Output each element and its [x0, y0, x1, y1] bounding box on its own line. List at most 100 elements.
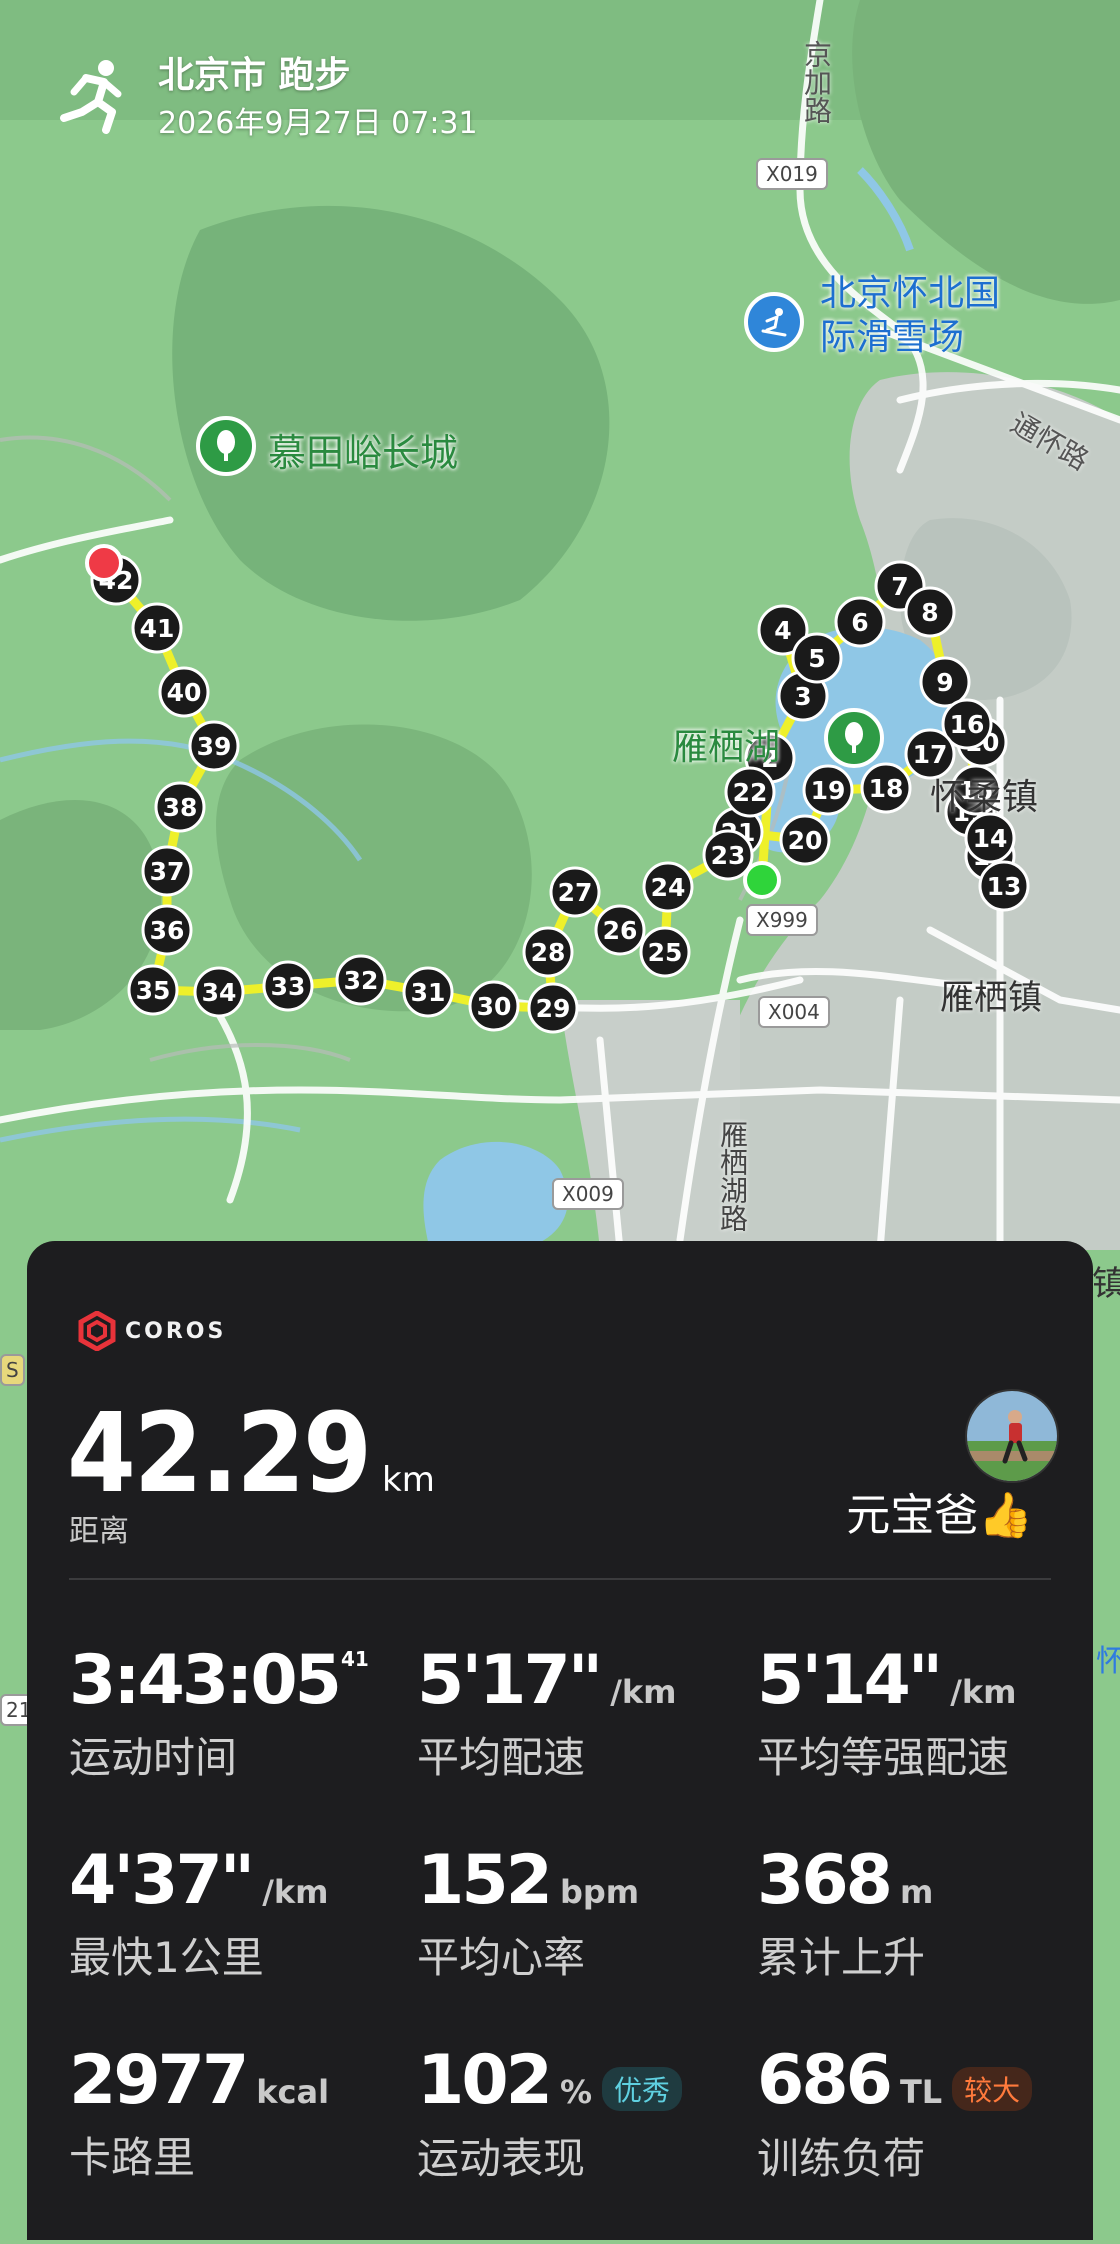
split-marker-33[interactable]: 33: [262, 960, 314, 1012]
road-badge-edge-s: S: [0, 1354, 25, 1386]
split-marker-27[interactable]: 27: [549, 866, 601, 918]
ski-resort-label-line1: 北京怀北国: [820, 273, 1001, 314]
start-point-marker[interactable]: [743, 861, 781, 899]
town-label-huairou: 怀柔镇: [930, 768, 1038, 820]
split-marker-23[interactable]: 23: [702, 829, 754, 881]
user-name[interactable]: 元宝爸👍: [846, 1479, 1033, 1543]
stat-avg-heart-rate: 152 bpm 平均心率: [417, 1841, 747, 1985]
split-marker-25[interactable]: 25: [639, 926, 691, 978]
split-marker-38[interactable]: 38: [154, 781, 206, 833]
split-marker-8[interactable]: 8: [904, 586, 956, 638]
scenic-park-icon[interactable]: [196, 416, 256, 476]
performance-badge: 优秀: [602, 2066, 683, 2111]
split-marker-label: 35: [136, 976, 171, 1005]
split-marker-label: 18: [869, 774, 904, 803]
split-marker-label: 16: [950, 710, 985, 739]
stat-unit: kcal: [256, 2073, 330, 2111]
road-label-jingjia: 京加路: [800, 40, 833, 124]
split-marker-29[interactable]: 29: [527, 982, 579, 1034]
stat-fastest-km: 4'37"/km 最快1公里: [69, 1841, 399, 1985]
stat-value: 686: [757, 2041, 893, 2120]
training-load-badge: 较大: [952, 2066, 1033, 2111]
brand-wordmark: COROS: [125, 1318, 227, 1344]
road-badge-x009: X009: [552, 1178, 624, 1210]
split-marker-label: 41: [140, 614, 175, 643]
split-marker-label: 4: [774, 616, 791, 645]
edge-poi-mark: 怀: [1096, 1644, 1120, 1679]
split-marker-35[interactable]: 35: [127, 964, 179, 1016]
stat-unit: /km: [610, 1673, 677, 1711]
stat-label: 运动时间: [69, 1733, 238, 1782]
stat-training-load: 686 TL 较大 训练负荷: [757, 2041, 1087, 2186]
split-marker-label: 24: [651, 873, 686, 902]
split-marker-label: 36: [150, 916, 185, 945]
split-marker-30[interactable]: 30: [468, 980, 520, 1032]
split-marker-22[interactable]: 22: [724, 766, 776, 818]
stat-performance: 102% 优秀 运动表现: [417, 2041, 747, 2186]
split-marker-40[interactable]: 40: [158, 666, 210, 718]
road-badge-x999: X999: [746, 904, 818, 936]
split-marker-label: 34: [202, 978, 237, 1007]
stat-label: 平均配速: [417, 1733, 586, 1782]
split-marker-37[interactable]: 37: [141, 845, 193, 897]
split-marker-28[interactable]: 28: [522, 926, 574, 978]
split-marker-label: 37: [150, 857, 185, 886]
split-marker-label: 8: [921, 598, 938, 627]
split-marker-41[interactable]: 41: [131, 602, 183, 654]
stat-superscript: 41: [340, 1647, 369, 1671]
stat-unit: %: [559, 2073, 593, 2111]
split-marker-label: 31: [411, 978, 446, 1007]
end-point-marker[interactable]: [85, 544, 123, 582]
lake-park-icon[interactable]: [824, 708, 884, 768]
split-marker-6[interactable]: 6: [834, 596, 886, 648]
stat-value: 368: [757, 1841, 893, 1920]
ski-resort-icon[interactable]: [744, 292, 804, 352]
stat-value: 3:43:05: [69, 1641, 342, 1720]
split-marker-14[interactable]: 14: [964, 812, 1016, 864]
split-marker-label: 38: [163, 793, 198, 822]
split-marker-32[interactable]: 32: [335, 954, 387, 1006]
split-marker-19[interactable]: 19: [802, 764, 854, 816]
ski-resort-label[interactable]: 北京怀北国 际滑雪场: [820, 272, 1000, 360]
stat-value: 102: [417, 2041, 553, 2120]
summary-card: COROS 42.29 km 距离 元宝爸👍 3:43:05 41 运动时间 5'1…: [27, 1241, 1093, 2240]
split-marker-label: 27: [558, 878, 593, 907]
stat-label: 平均心率: [417, 1933, 586, 1982]
split-marker-5[interactable]: 5: [791, 632, 843, 684]
split-marker-13[interactable]: 13: [978, 860, 1030, 912]
distance-value: 42.29 km: [67, 1389, 435, 1517]
split-marker-label: 40: [167, 678, 202, 707]
split-marker-label: 14: [973, 824, 1008, 853]
stat-unit: /km: [950, 1673, 1017, 1711]
avatar[interactable]: [965, 1389, 1059, 1483]
activity-datetime: 2026年9月27日 07:31: [158, 106, 478, 141]
great-wall-label[interactable]: 慕田峪长城: [268, 422, 458, 477]
stat-value: 152: [417, 1841, 553, 1920]
stat-elevation-gain: 368 m 累计上升: [757, 1841, 1087, 1985]
stat-value: 5'14": [757, 1641, 943, 1720]
split-marker-9[interactable]: 9: [919, 656, 971, 708]
stat-label: 平均等强配速: [757, 1733, 1010, 1782]
stat-value: 2977: [69, 2041, 249, 2120]
split-marker-34[interactable]: 34: [193, 966, 245, 1018]
split-marker-18[interactable]: 18: [860, 762, 912, 814]
split-marker-31[interactable]: 31: [402, 966, 454, 1018]
town-label-yanqi: 雁栖镇: [940, 978, 1042, 1018]
stat-value: 4'37": [69, 1841, 255, 1920]
split-marker-label: 22: [733, 778, 768, 807]
stat-label: 最快1公里: [69, 1933, 264, 1982]
divider: [69, 1578, 1051, 1580]
stat-label: 运动表现: [417, 2133, 586, 2183]
split-marker-39[interactable]: 39: [188, 720, 240, 772]
split-marker-20[interactable]: 20: [779, 814, 831, 866]
split-marker-label: 20: [788, 826, 823, 855]
distance-label: 距离: [69, 1514, 129, 1549]
ski-resort-label-line2: 际滑雪场: [820, 317, 965, 358]
lake-label[interactable]: 雁栖湖: [672, 718, 780, 770]
split-marker-26[interactable]: 26: [594, 904, 646, 956]
split-marker-24[interactable]: 24: [642, 861, 694, 913]
split-marker-36[interactable]: 36: [141, 904, 193, 956]
split-marker-label: 23: [711, 841, 746, 870]
split-marker-label: 6: [851, 608, 868, 637]
avatar-photo: [967, 1391, 1057, 1481]
